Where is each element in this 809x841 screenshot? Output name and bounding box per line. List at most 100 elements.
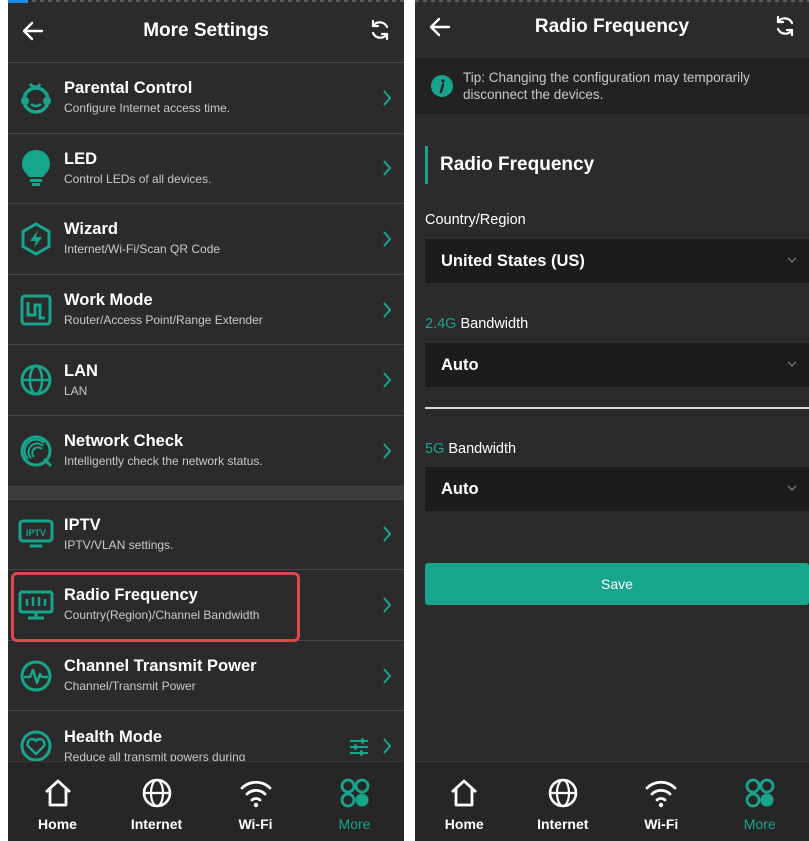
nav-internet[interactable]: Internet <box>514 762 613 841</box>
tip-text: Tip: Changing the configuration may temp… <box>463 70 750 102</box>
globe-icon <box>20 364 52 396</box>
item-subtitle: Channel/Transmit Power <box>64 679 196 694</box>
chevron-right-icon <box>383 231 392 247</box>
nav-label: Wi-Fi <box>238 816 273 832</box>
list-item-iptv[interactable]: IPTV IPTV IPTV/VLAN settings. <box>8 498 404 570</box>
header: Radio Frequency <box>415 4 809 50</box>
list-item-parental-control[interactable]: Parental Control Configure Internet acces… <box>8 62 404 133</box>
list-item-channel-transmit-power[interactable]: Channel Transmit Power Channel/Transmit P… <box>8 639 404 711</box>
bandwidth-24g-label: 2.4G Bandwidth <box>425 316 528 332</box>
item-title: Parental Control <box>64 79 193 98</box>
chevron-right-icon <box>383 667 392 684</box>
section-title: Radio Frequency <box>425 146 594 184</box>
save-button[interactable]: Save <box>425 563 809 605</box>
lightning-hexagon-icon <box>21 222 51 256</box>
item-subtitle: Configure Internet access time. <box>64 101 231 116</box>
bandwidth-5g-label: 5G Bandwidth <box>425 441 516 457</box>
page-title: Radio Frequency <box>534 16 690 37</box>
item-title: LED <box>64 149 97 168</box>
chevron-right-icon <box>383 738 392 754</box>
list-item-lan[interactable]: LAN LAN <box>8 344 404 415</box>
nav-label: Internet <box>537 816 589 832</box>
bandwidth-5g-select[interactable]: Auto <box>425 467 809 511</box>
header: More Settings <box>8 8 404 54</box>
top-border <box>415 0 809 2</box>
child-face-icon <box>21 82 51 114</box>
bandwidth-5g-value: Auto <box>441 479 479 498</box>
wifi-icon <box>240 780 271 808</box>
highlight-box <box>11 572 300 642</box>
item-subtitle: Router/Access Point/Range Extender <box>64 313 263 328</box>
home-icon <box>451 779 478 807</box>
nav-more[interactable]: More <box>711 762 809 841</box>
chevron-right-icon <box>383 372 392 388</box>
nav-internet[interactable]: Internet <box>107 762 206 841</box>
more-grid-icon <box>340 778 369 808</box>
chevron-right-icon <box>383 301 392 318</box>
section-gap <box>8 485 404 499</box>
band-label: Bandwidth <box>444 441 517 457</box>
nav-wifi[interactable]: Wi-Fi <box>612 762 711 841</box>
globe-icon <box>142 778 171 808</box>
sliders-icon[interactable] <box>348 738 370 756</box>
item-subtitle: IPTV/VLAN settings. <box>64 537 174 552</box>
list-item-work-mode[interactable]: Work Mode Router/Access Point/Range Exten… <box>8 273 404 345</box>
home-icon <box>44 779 71 807</box>
info-icon <box>431 75 453 97</box>
iptv-icon-text: IPTV <box>26 528 46 538</box>
item-title: LAN <box>64 361 98 380</box>
work-mode-icon <box>20 294 52 326</box>
globe-icon <box>548 778 578 808</box>
radio-frequency-screen: Radio Frequency Tip: Changing the config… <box>415 0 809 841</box>
chevron-down-icon <box>787 361 797 367</box>
country-label: Country/Region <box>425 212 526 228</box>
chevron-right-icon <box>383 160 392 177</box>
bottom-nav: Home Internet Wi-Fi More <box>415 761 809 841</box>
nav-home[interactable]: Home <box>415 762 514 841</box>
nav-wifi[interactable]: Wi-Fi <box>206 762 305 841</box>
nav-label: Wi-Fi <box>644 816 679 832</box>
item-subtitle: Control LEDs of all devices. <box>64 171 212 186</box>
page-title: More Settings <box>143 20 269 41</box>
tip-banner: Tip: Changing the configuration may temp… <box>415 58 809 114</box>
wifi-icon <box>645 780 677 808</box>
list-item-network-check[interactable]: Network Check Intelligently check the net… <box>8 414 404 486</box>
item-title: Network Check <box>64 432 184 451</box>
bulb-icon <box>22 150 50 187</box>
band-prefix: 2.4G <box>425 316 457 332</box>
list-item-led[interactable]: LED Control LEDs of all devices. <box>8 132 404 204</box>
refresh-icon[interactable] <box>773 14 797 38</box>
item-title: Channel Transmit Power <box>64 657 257 676</box>
bandwidth-24g-value: Auto <box>441 355 479 374</box>
country-select[interactable]: United States (US) <box>425 239 809 283</box>
list-item-wizard[interactable]: Wizard Internet/Wi-Fi/Scan QR Code <box>8 203 404 274</box>
arrow-left-icon[interactable] <box>20 18 46 44</box>
nav-label: Internet <box>130 816 183 832</box>
nav-label: Home <box>444 816 484 832</box>
network-check-icon <box>20 435 53 467</box>
chevron-right-icon <box>383 90 392 106</box>
more-settings-screen: More Settings Parental Control Configure … <box>8 0 404 841</box>
nav-home[interactable]: Home <box>8 762 107 841</box>
bandwidth-24g-select[interactable]: Auto <box>425 343 809 387</box>
pulse-icon <box>20 660 52 692</box>
settings-list: Parental Control Configure Internet acces… <box>8 62 404 781</box>
top-border <box>8 0 404 3</box>
chevron-right-icon <box>383 526 392 543</box>
item-subtitle: LAN <box>64 383 88 398</box>
chevron-down-icon <box>787 485 797 491</box>
divider <box>425 407 809 409</box>
item-title: Work Mode <box>64 291 153 310</box>
band-label: Bandwidth <box>456 316 529 332</box>
item-title: IPTV <box>64 515 101 534</box>
item-subtitle: Intelligently check the network status. <box>64 454 263 469</box>
chevron-down-icon <box>787 257 797 263</box>
nav-more[interactable]: More <box>305 762 404 841</box>
nav-label: Home <box>38 816 77 832</box>
refresh-icon[interactable] <box>368 18 392 42</box>
item-subtitle: Internet/Wi-Fi/Scan QR Code <box>64 242 221 257</box>
country-value: United States (US) <box>441 251 585 270</box>
more-grid-icon <box>745 778 775 808</box>
iptv-icon: IPTV <box>18 519 54 548</box>
arrow-left-icon[interactable] <box>427 14 453 40</box>
